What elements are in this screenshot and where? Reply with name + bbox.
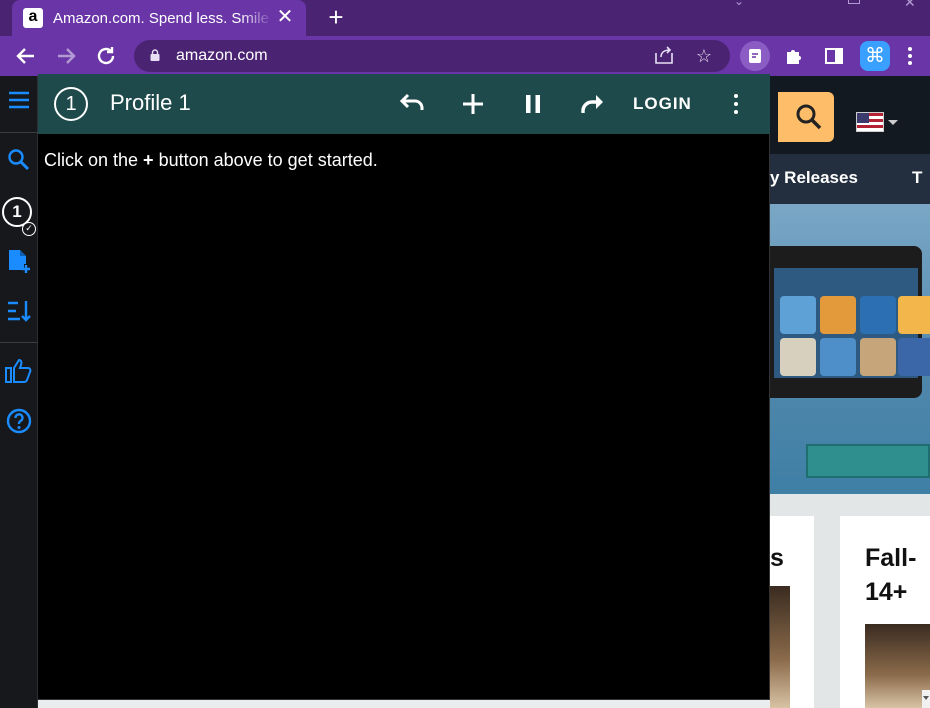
back-arrow-icon: [16, 48, 34, 64]
caret-down-icon: [888, 120, 898, 125]
browser-menu-icon[interactable]: [900, 42, 920, 70]
redo-button[interactable]: [577, 88, 609, 120]
card-title: s: [770, 544, 784, 572]
profile-number: 1: [54, 87, 88, 121]
add-button[interactable]: [457, 88, 489, 120]
us-flag-icon[interactable]: [856, 112, 884, 132]
login-button[interactable]: LOGIN: [633, 94, 692, 114]
amazon-favicon-icon: a: [23, 8, 43, 28]
help-icon[interactable]: [5, 408, 33, 436]
plus-icon: [463, 94, 483, 114]
pause-icon: [526, 95, 540, 113]
thumbs-up-icon[interactable]: [5, 358, 33, 386]
nav-next-item[interactable]: T: [912, 168, 922, 188]
card-subtitle: 14+: [865, 578, 908, 606]
undo-icon: [399, 93, 424, 110]
chevron-down-icon[interactable]: ⌄: [734, 0, 744, 8]
amazon-header: [770, 76, 930, 154]
extension-sidebar: 1 ✓: [0, 76, 38, 708]
redo-icon: [581, 95, 603, 113]
tab-strip: a Amazon.com. Spend less. Smile more. ✕ …: [0, 0, 930, 36]
card-title: Fall-: [865, 544, 917, 572]
url-text: amazon.com: [176, 47, 268, 64]
close-tab-icon[interactable]: ✕: [274, 6, 296, 28]
scroll-down-icon: [923, 696, 929, 700]
pause-button[interactable]: [517, 88, 549, 120]
product-card-2[interactable]: Fall- 14+: [840, 516, 930, 708]
nav-new-releases[interactable]: y Releases: [770, 168, 858, 188]
side-panel-icon[interactable]: [820, 42, 848, 70]
panel-header: 1 Profile 1 LOGIN: [38, 74, 770, 134]
browser-toolbar: amazon.com ☆ ⌘: [0, 36, 930, 76]
search-icon: [796, 104, 822, 130]
product-card-1[interactable]: s: [770, 516, 814, 708]
address-bar[interactable]: amazon.com ☆: [134, 40, 730, 72]
add-file-icon[interactable]: [5, 248, 33, 276]
back-button[interactable]: [12, 42, 40, 70]
get-started-hint: Click on the + button above to get start…: [44, 150, 378, 170]
hamburger-menu-icon[interactable]: [5, 86, 33, 114]
check-icon: ✓: [22, 222, 36, 236]
window-close-icon[interactable]: ✕: [904, 0, 916, 11]
hero-banner[interactable]: [770, 204, 930, 494]
maximize-icon[interactable]: [848, 0, 860, 4]
reload-button[interactable]: [92, 42, 120, 70]
undo-button[interactable]: [396, 88, 428, 120]
command-key-icon[interactable]: ⌘: [860, 41, 890, 71]
new-tab-button[interactable]: +: [322, 3, 350, 31]
extension-panel: 1 Profile 1 LOGIN Click on the + button …: [38, 74, 770, 700]
extensions-puzzle-icon[interactable]: [780, 42, 808, 70]
extension-active-icon[interactable]: [740, 41, 770, 71]
forward-button[interactable]: [52, 42, 80, 70]
more-options-icon[interactable]: [726, 90, 746, 118]
profile-name[interactable]: Profile 1: [110, 90, 191, 116]
browser-tab-amazon[interactable]: a Amazon.com. Spend less. Smile more. ✕: [12, 0, 306, 36]
amazon-nav-bar: y Releases T: [770, 154, 930, 204]
sort-list-icon[interactable]: [5, 298, 33, 326]
lock-icon: [150, 49, 160, 61]
share-icon[interactable]: [652, 44, 676, 68]
tablet-image: [770, 246, 930, 398]
hero-bar: [806, 444, 930, 478]
search-icon[interactable]: [5, 146, 33, 174]
scrollbar[interactable]: [922, 690, 930, 708]
reload-icon: [97, 47, 115, 65]
amazon-search-button[interactable]: [778, 92, 834, 142]
amazon-page: y Releases T s Fall- 14+: [770, 76, 930, 708]
bookmark-star-icon[interactable]: ☆: [692, 44, 716, 68]
tab-title: Amazon.com. Spend less. Smile more.: [53, 10, 273, 27]
forward-arrow-icon: [58, 48, 76, 64]
